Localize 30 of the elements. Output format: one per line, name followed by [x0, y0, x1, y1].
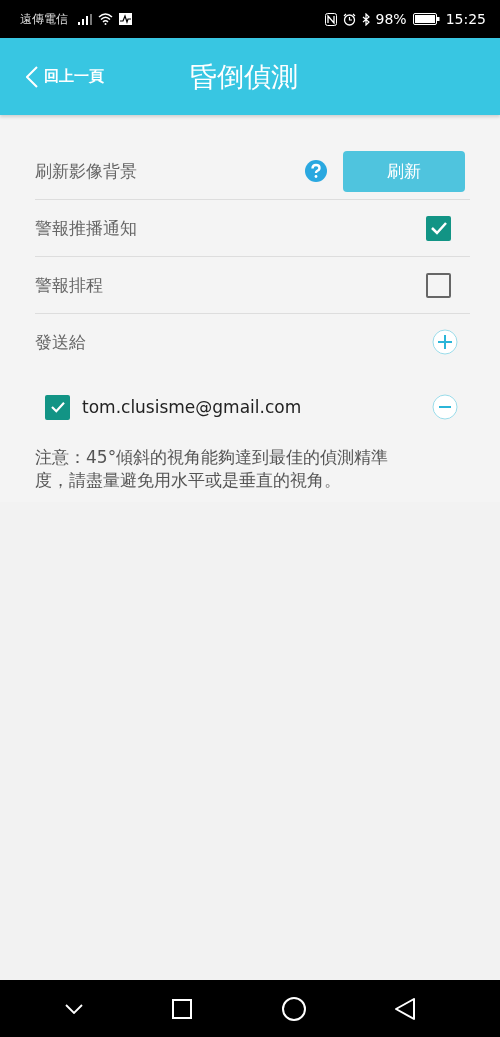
chevron-left-icon [26, 65, 38, 88]
refresh-button[interactable]: 刷新 [343, 150, 465, 192]
check-icon [49, 401, 66, 413]
signal-icon [78, 13, 92, 25]
checkbox[interactable] [45, 394, 70, 420]
setting-label: 發送給 [35, 330, 86, 354]
square-icon[interactable] [172, 998, 193, 1019]
check-icon [429, 221, 448, 235]
help-icon[interactable] [305, 160, 327, 182]
home-icon[interactable] [281, 996, 306, 1021]
clock-time: 15:25 [445, 11, 486, 27]
page-title: 昏倒偵測 [190, 59, 298, 94]
setting-label: 警報排程 [35, 273, 103, 297]
chevron-down-icon[interactable] [64, 1003, 83, 1014]
back-icon[interactable] [395, 997, 416, 1020]
checkbox[interactable] [426, 272, 451, 298]
wifi-icon [98, 13, 113, 25]
battery-icon [412, 13, 440, 25]
setting-label: 刷新影像背景 [35, 159, 137, 183]
recipient-email: tom.clusisme@gmail.com [82, 397, 303, 417]
battery-percent: 98% [375, 11, 407, 27]
nfc-icon [324, 12, 337, 26]
carrier-name: 遠傳電信 [20, 10, 68, 28]
bluetooth-icon [361, 12, 370, 26]
setting-label: 警報推播通知 [35, 216, 137, 240]
back-button[interactable]: 回上一頁 [26, 65, 104, 88]
alarm-icon [342, 12, 356, 26]
pulse-icon [119, 13, 132, 25]
checkbox[interactable] [426, 215, 451, 241]
note-text: 注意：45°傾斜的視角能夠達到最佳的偵測精準度，請盡量避免用水平或是垂直的視角。 [35, 446, 390, 492]
